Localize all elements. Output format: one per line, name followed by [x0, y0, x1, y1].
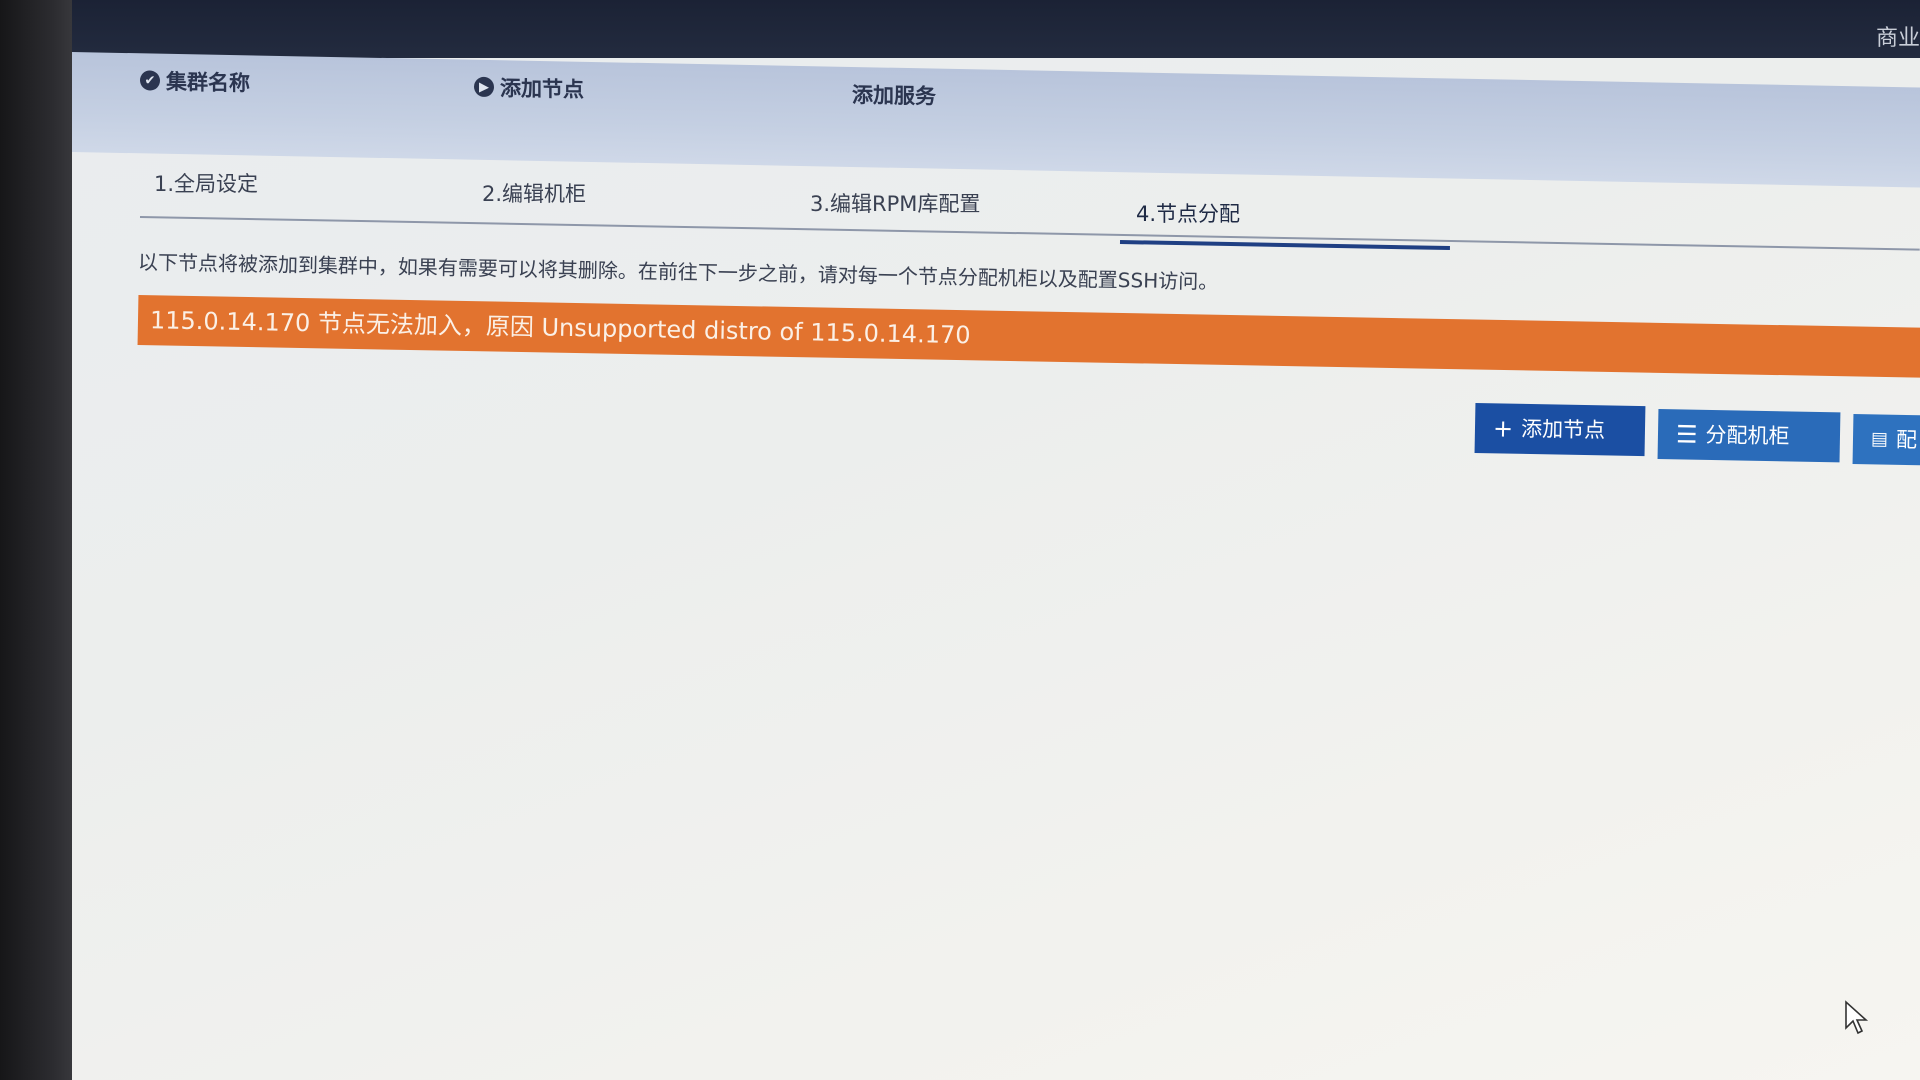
top-bar-right-text[interactable]: 商业: [1876, 20, 1920, 52]
wizard-step-add-service[interactable]: 添加服务: [852, 79, 936, 111]
wizard-step-label: 集群名称: [166, 69, 250, 96]
mouse-cursor-icon: [1845, 1000, 1869, 1035]
add-node-label: 添加节点: [1520, 416, 1606, 443]
config-button-label: 配: [1895, 427, 1918, 453]
wizard-step-label: 添加节点: [500, 76, 584, 102]
check-circle-icon: ✔: [140, 70, 160, 91]
server-icon: ☰: [1675, 420, 1698, 449]
assign-rack-label: 分配机柜: [1705, 422, 1790, 449]
wizard-step-label: 添加服务: [852, 82, 936, 109]
play-circle-icon: ▶: [474, 76, 494, 98]
config-button[interactable]: ▤ 配: [1852, 414, 1920, 467]
tab-global-settings[interactable]: 1.全局设定: [154, 168, 258, 198]
wizard-step-cluster-name[interactable]: ✔ 集群名称: [140, 65, 250, 97]
top-app-bar: 商业: [72, 0, 1920, 58]
add-node-button[interactable]: + 添加节点: [1474, 403, 1646, 457]
wizard-step-add-node[interactable]: ▶ 添加节点: [474, 72, 584, 104]
tab-edit-rack[interactable]: 2.编辑机柜: [482, 178, 586, 208]
tab-node-assignment[interactable]: 4.节点分配: [1136, 198, 1240, 228]
monitor-bezel: [0, 0, 76, 1080]
document-icon: ▤: [1870, 428, 1889, 450]
assign-rack-button[interactable]: ☰ 分配机柜: [1657, 409, 1841, 463]
tab-edit-rpm-repo[interactable]: 3.编辑RPM库配置: [810, 188, 980, 218]
plus-icon: +: [1492, 414, 1514, 443]
error-alert: 115.0.14.170 节点无法加入，原因 Unsupported distr…: [137, 295, 1920, 378]
app-screen: 商业 ✔ 集群名称 ▶ 添加节点 添加服务 1.全局设定 2.编辑机柜 3.编辑…: [72, 0, 1920, 1080]
